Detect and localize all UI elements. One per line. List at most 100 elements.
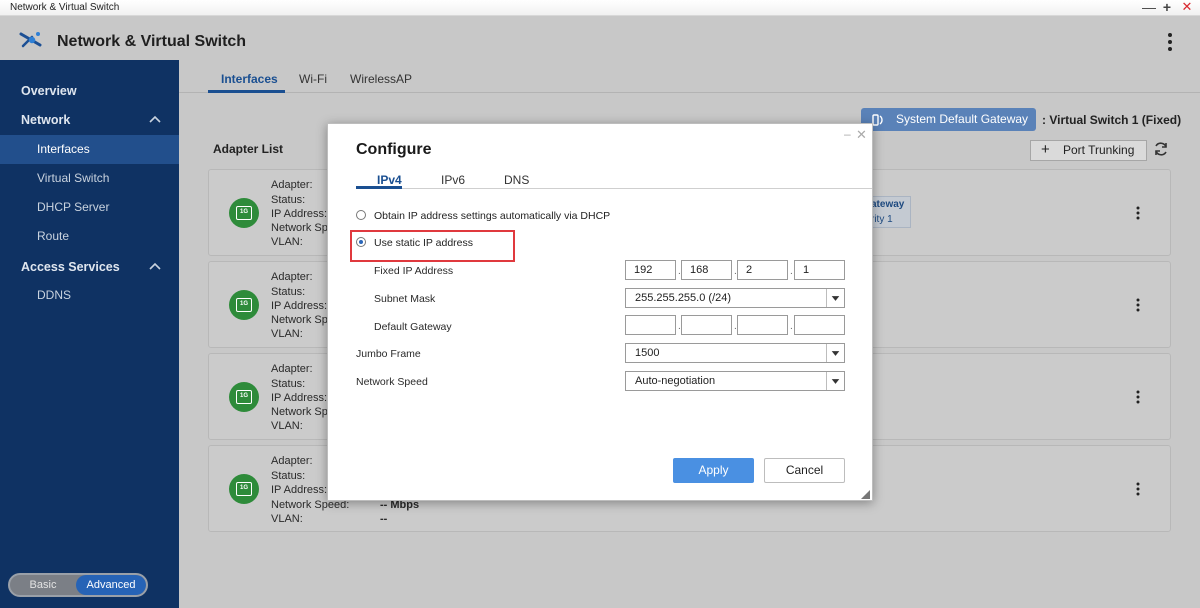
chevron-up-icon[interactable] — [149, 262, 161, 270]
vlan-label: VLAN: — [271, 236, 303, 248]
ethernet-port-icon: 1G — [229, 198, 259, 228]
ip-address-label: IP Address: — [271, 208, 328, 220]
status-label: Status: — [271, 286, 306, 298]
ip-address-label: IP Address: — [271, 484, 328, 496]
mode-basic-button[interactable]: Basic — [10, 575, 76, 595]
mode-toggle[interactable]: Basic Advanced — [8, 573, 148, 597]
ip-separator: . — [790, 266, 793, 277]
ip-separator: . — [790, 321, 793, 332]
fixed-ip-label: Fixed IP Address — [374, 265, 454, 277]
adapter-label: Adapter: — [271, 455, 313, 467]
fixed-ip-octet-4[interactable]: 1 — [794, 260, 845, 280]
gateway-ip-octet-4[interactable] — [794, 315, 845, 335]
more-options-icon[interactable] — [1134, 390, 1142, 404]
sidebar-item-route[interactable]: Route — [0, 222, 179, 251]
default-gateway-label: Default Gateway — [374, 321, 452, 333]
status-label: Status: — [271, 470, 306, 482]
static-ip-radio[interactable] — [356, 237, 366, 247]
nic-speed-badge: 1G — [236, 206, 252, 220]
os-window-title: Network & Virtual Switch — [10, 2, 120, 13]
resize-handle-icon[interactable] — [861, 490, 870, 499]
nic-speed-badge: 1G — [236, 482, 252, 496]
sidebar-item-interfaces[interactable]: Interfaces — [0, 135, 179, 164]
dhcp-option-label[interactable]: Obtain IP address settings automatically… — [374, 210, 610, 222]
more-options-icon[interactable] — [1134, 482, 1142, 496]
app-header: Network & Virtual Switch — [0, 16, 1200, 60]
status-label: Status: — [271, 378, 306, 390]
system-default-gateway-button[interactable]: System Default Gateway — [861, 108, 1036, 131]
sidebar-item-virtual-switch[interactable]: Virtual Switch — [0, 164, 179, 193]
gateway-ip-octet-3[interactable] — [737, 315, 788, 335]
configure-dialog: Configure – ✕ IPv4 IPv6 DNS Obtain IP ad… — [327, 123, 873, 501]
app-title: Network & Virtual Switch — [57, 33, 247, 50]
tab-dns[interactable]: DNS — [504, 173, 529, 187]
gateway-badge-line2: rity 1 — [871, 214, 893, 225]
network-speed-value: Auto-negotiation — [635, 375, 716, 387]
tab-wirelessap[interactable]: WirelessAP — [350, 72, 412, 86]
close-dialog-icon[interactable]: ✕ — [856, 127, 867, 143]
jumbo-frame-value: 1500 — [635, 347, 660, 359]
fixed-ip-octet-2[interactable]: 168 — [681, 260, 732, 280]
dhcp-radio[interactable] — [356, 210, 366, 220]
vlan-label: VLAN: — [271, 420, 303, 432]
minimize-dialog-icon[interactable]: – — [844, 127, 851, 141]
plus-icon: + — [1041, 141, 1050, 158]
apply-button[interactable]: Apply — [673, 458, 754, 483]
more-options-icon[interactable] — [1160, 30, 1180, 54]
static-ip-option-label[interactable]: Use static IP address — [374, 237, 473, 249]
vlan-label: VLAN: — [271, 328, 303, 340]
jumbo-frame-label: Jumbo Frame — [356, 348, 421, 360]
vlan-value: -- — [380, 513, 388, 525]
mode-advanced-button[interactable]: Advanced — [76, 575, 146, 595]
gateway-badge-line1: ateway — [871, 199, 905, 210]
tab-interfaces[interactable]: Interfaces — [221, 72, 278, 86]
ethernet-port-icon: 1G — [229, 290, 259, 320]
dialog-title: Configure — [356, 141, 432, 158]
gateway-icon — [872, 114, 883, 126]
chevron-down-icon[interactable] — [826, 344, 844, 362]
ip-address-label: IP Address: — [271, 392, 328, 404]
active-tab-indicator — [356, 186, 402, 189]
adapter-list-title: Adapter List — [213, 142, 284, 156]
sidebar-access-services[interactable]: Access Services — [21, 260, 120, 274]
adapter-label: Adapter: — [271, 363, 313, 375]
refresh-icon[interactable] — [1153, 141, 1169, 157]
sidebar-item-dhcp-server[interactable]: DHCP Server — [0, 193, 179, 222]
status-label: Status: — [271, 194, 306, 206]
sidebar-network[interactable]: Network — [21, 113, 70, 127]
tab-wifi[interactable]: Wi-Fi — [299, 72, 327, 86]
nic-speed-badge: 1G — [236, 298, 252, 312]
jumbo-frame-select[interactable]: 1500 — [625, 343, 845, 363]
fixed-ip-octet-1[interactable]: 192 — [625, 260, 676, 280]
active-tab-indicator — [208, 90, 285, 93]
maximize-window-button[interactable]: + — [1159, 0, 1175, 14]
network-switch-logo-icon — [19, 32, 42, 48]
chevron-up-icon[interactable] — [149, 115, 161, 123]
fixed-ip-octet-3[interactable]: 2 — [737, 260, 788, 280]
dialog-tabs: IPv4 IPv6 DNS — [356, 170, 872, 189]
minimize-window-button[interactable]: — — [1141, 0, 1157, 14]
sidebar-item-ddns[interactable]: DDNS — [0, 281, 179, 310]
adapter-label: Adapter: — [271, 271, 313, 283]
more-options-icon[interactable] — [1134, 206, 1142, 220]
chevron-down-icon[interactable] — [826, 289, 844, 307]
subnet-mask-select[interactable]: 255.255.255.0 (/24) — [625, 288, 845, 308]
cancel-button[interactable]: Cancel — [764, 458, 845, 483]
adapter-label: Adapter: — [271, 179, 313, 191]
tab-ipv4[interactable]: IPv4 — [377, 173, 402, 187]
gateway-ip-octet-1[interactable] — [625, 315, 676, 335]
network-speed-label: Network Speed — [356, 376, 428, 388]
close-window-button[interactable]: ✕ — [1179, 0, 1195, 14]
os-title-bar: Network & Virtual Switch — + ✕ — [0, 0, 1200, 16]
sidebar-overview[interactable]: Overview — [21, 84, 77, 98]
gateway-value: : Virtual Switch 1 (Fixed) — [1042, 113, 1182, 127]
subnet-mask-label: Subnet Mask — [374, 293, 436, 305]
more-options-icon[interactable] — [1134, 298, 1142, 312]
main-tabs: Interfaces Wi-Fi WirelessAP — [179, 60, 1200, 93]
vlan-label: VLAN: — [271, 513, 303, 525]
gateway-ip-octet-2[interactable] — [681, 315, 732, 335]
tab-ipv6[interactable]: IPv6 — [441, 173, 465, 187]
subnet-mask-value: 255.255.255.0 (/24) — [635, 292, 732, 304]
chevron-down-icon[interactable] — [826, 372, 844, 390]
network-speed-select[interactable]: Auto-negotiation — [625, 371, 845, 391]
